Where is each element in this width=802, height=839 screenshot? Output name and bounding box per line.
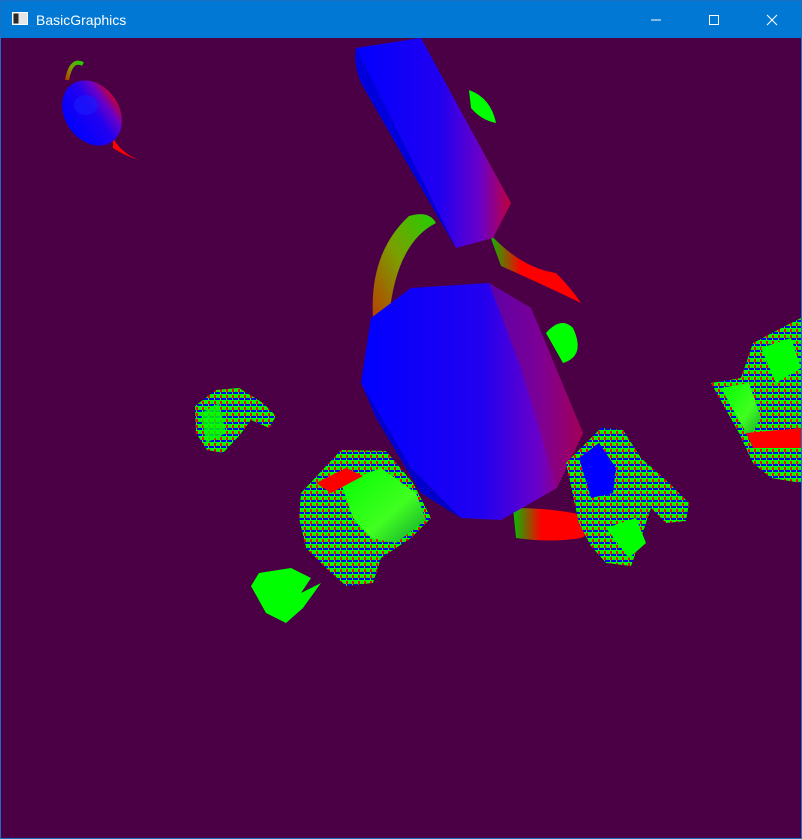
maximize-icon — [708, 14, 720, 26]
render-viewport[interactable] — [1, 38, 801, 838]
close-icon — [766, 14, 778, 26]
bunny-lower-left — [251, 450, 431, 623]
scene-canvas — [62, 38, 801, 623]
title-bar[interactable]: BasicGraphics — [1, 1, 801, 38]
minimize-button[interactable] — [627, 1, 685, 38]
minimize-icon — [650, 14, 662, 26]
teapot-small-top-left — [62, 60, 139, 160]
window-icon — [12, 12, 28, 25]
app-window: BasicGraphics — [0, 0, 802, 839]
bunny-center-right — [566, 428, 689, 566]
window-title: BasicGraphics — [36, 12, 127, 28]
close-button[interactable] — [743, 1, 801, 38]
maximize-button[interactable] — [685, 1, 743, 38]
bunny-right-edge — [711, 318, 801, 483]
bunny-small-left — [195, 388, 276, 453]
